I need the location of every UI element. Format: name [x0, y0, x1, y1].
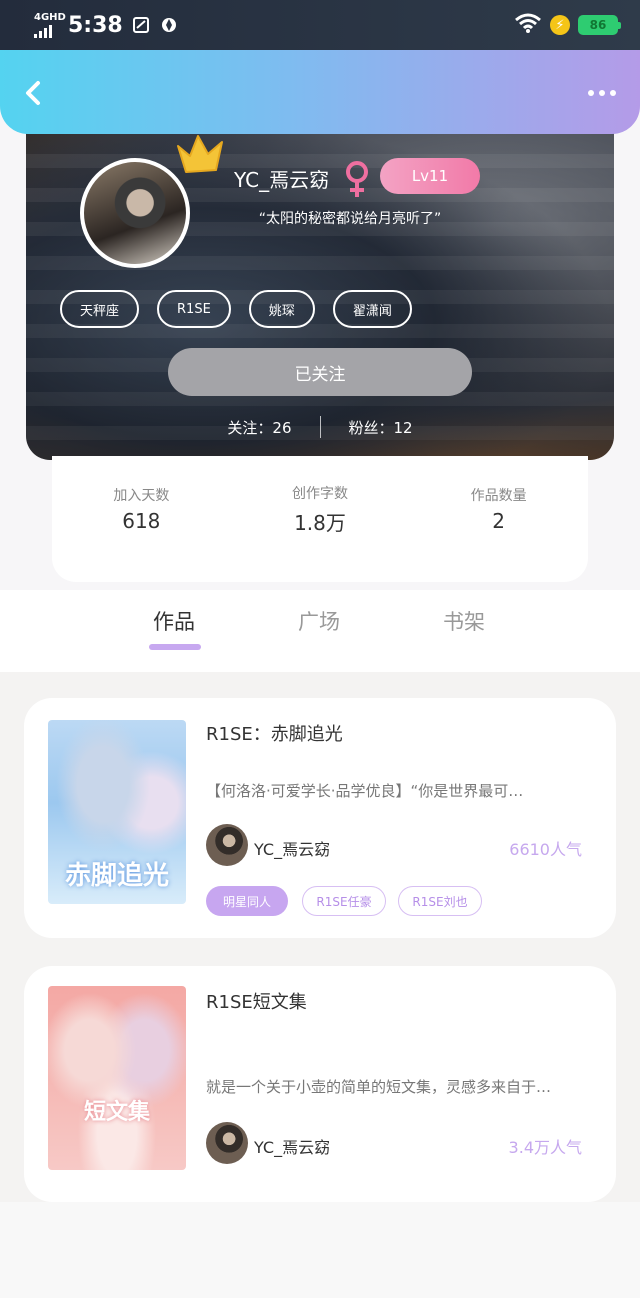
profile-tag[interactable]: 天秤座 — [60, 290, 140, 328]
more-dot-icon — [599, 90, 605, 96]
wifi-icon — [514, 13, 542, 37]
stat-value: 1.8万 — [294, 510, 346, 535]
stat-word-count: 创作字数 1.8万 — [245, 483, 395, 536]
crown-icon — [174, 130, 226, 180]
follow-button[interactable]: 已关注 — [168, 348, 472, 396]
work-tag[interactable]: R1SE任豪 — [302, 886, 386, 916]
tab-works[interactable]: 作品 — [153, 606, 195, 636]
profile-tag[interactable]: 翟潇闻 — [332, 290, 412, 328]
profile-tags: 天秤座 R1SE 姚琛 翟潇闻 — [60, 290, 412, 328]
back-button[interactable] — [18, 78, 48, 108]
stat-label: 加入天数 — [113, 488, 170, 504]
profile-tag[interactable]: R1SE — [157, 290, 231, 328]
popularity-count: 6610人气 — [509, 840, 582, 859]
author-avatar[interactable] — [206, 1122, 248, 1164]
tab-bookshelf[interactable]: 书架 — [443, 606, 485, 636]
stat-days-joined: 加入天数 618 — [66, 485, 216, 533]
author-avatar[interactable] — [206, 824, 248, 866]
stat-label: 作品数量 — [470, 488, 527, 504]
screenshot-icon — [131, 15, 151, 35]
work-title[interactable]: R1SE短文集 — [206, 988, 307, 1014]
username: YC_焉云窈 — [234, 168, 330, 192]
active-tab-indicator — [149, 644, 201, 650]
follow-stats: 关注：26 粉丝：12 — [26, 416, 614, 438]
bottom-spacer — [0, 1202, 640, 1298]
tab-plaza[interactable]: 广场 — [298, 606, 340, 636]
popularity-count: 3.4万人气 — [508, 1138, 582, 1157]
signal-icon — [34, 24, 52, 38]
profile-tag[interactable]: 姚琛 — [248, 290, 315, 328]
followers-count[interactable]: 粉丝：12 — [349, 417, 413, 438]
author-name[interactable]: YC_焉云窈 — [254, 1134, 330, 1158]
work-card[interactable]: 短文集 R1SE短文集 就是一个关于小壶的简单的短文集，灵感多来自于… YC_焉… — [24, 966, 616, 1202]
location-icon — [159, 15, 179, 35]
work-cover[interactable]: 赤脚追光 — [48, 720, 186, 904]
stat-works-count: 作品数量 2 — [424, 485, 574, 533]
clock: 5:38 — [68, 12, 123, 38]
more-options-button[interactable] — [584, 80, 620, 106]
cover-title: 赤脚追光 — [64, 861, 169, 891]
level-badge: Lv11 — [380, 158, 480, 194]
stat-value: 2 — [492, 509, 505, 533]
user-signature: “太阳的秘密都说给月亮听了” — [258, 211, 442, 227]
works-list: 赤脚追光 R1SE：赤脚追光 【何洛洛·可爱学长·品学优良】“你是世界最可… Y… — [0, 672, 640, 1202]
network-indicator: 4GHD — [34, 11, 66, 38]
profile-banner: YC_焉云窈 Lv11 “太阳的秘密都说给月亮听了” 天秤座 R1SE 姚琛 翟… — [26, 120, 614, 460]
stat-value: 618 — [122, 509, 161, 533]
chevron-left-icon — [26, 81, 40, 105]
work-card[interactable]: 赤脚追光 R1SE：赤脚追光 【何洛洛·可爱学长·品学优良】“你是世界最可… Y… — [24, 698, 616, 938]
work-cover[interactable]: 短文集 — [48, 986, 186, 1170]
charging-icon: ⚡ — [550, 15, 570, 35]
stats-card: 加入天数 618 创作字数 1.8万 作品数量 2 — [52, 456, 588, 582]
work-description: 就是一个关于小壶的简单的短文集，灵感多来自于… — [206, 1078, 552, 1096]
more-dot-icon — [588, 90, 594, 96]
divider — [319, 416, 321, 438]
stat-label: 创作字数 — [291, 485, 348, 502]
battery-indicator: 86 — [578, 15, 621, 35]
header-bar — [0, 50, 640, 134]
female-icon — [344, 160, 370, 204]
work-description: 【何洛洛·可爱学长·品学优良】“你是世界最可… — [206, 782, 524, 800]
following-count[interactable]: 关注：26 — [227, 417, 291, 438]
work-tag[interactable]: R1SE刘也 — [398, 886, 482, 916]
work-tag[interactable]: 明星同人 — [206, 886, 288, 916]
author-name[interactable]: YC_焉云窈 — [254, 836, 330, 860]
cover-title: 短文集 — [83, 1100, 150, 1125]
tabs-bar: 作品 广场 书架 — [0, 590, 640, 672]
network-type: 4GHD — [34, 11, 66, 23]
work-title[interactable]: R1SE：赤脚追光 — [206, 720, 343, 746]
more-dot-icon — [610, 90, 616, 96]
status-bar: 4GHD 5:38 ⚡ 86 — [0, 0, 640, 50]
